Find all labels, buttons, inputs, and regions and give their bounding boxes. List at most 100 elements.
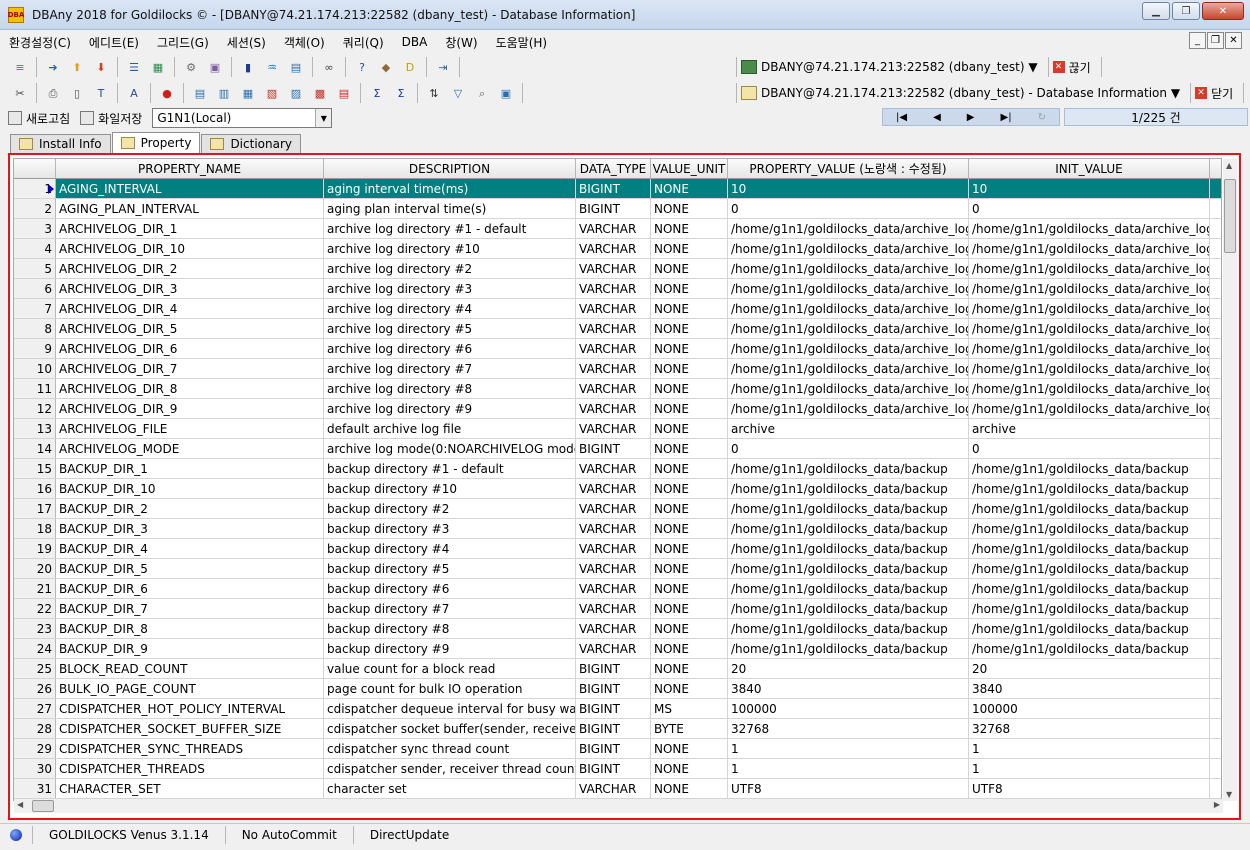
grid-cell[interactable]: NONE <box>651 779 728 798</box>
row-number[interactable]: 5 <box>14 259 56 278</box>
grid-cell[interactable]: BIGINT <box>576 759 651 778</box>
row-number[interactable]: 18 <box>14 519 56 538</box>
row-number[interactable]: 7 <box>14 299 56 318</box>
grid-cell[interactable]: NONE <box>651 399 728 418</box>
grid-cell[interactable]: /home/g1n1/goldilocks_data/archive_log <box>969 399 1210 418</box>
grid-cell[interactable]: 100000 <box>969 699 1210 718</box>
refresh-button[interactable]: 새로고침 <box>8 110 70 127</box>
grid-cell[interactable]: NONE <box>651 759 728 778</box>
grid-cell[interactable]: NONE <box>651 479 728 498</box>
chevron-down-icon[interactable]: ▼ <box>315 109 332 127</box>
grid-cell[interactable]: ARCHIVELOG_DIR_8 <box>56 379 324 398</box>
row-number[interactable]: 23 <box>14 619 56 638</box>
next-record-icon[interactable]: ▶ <box>967 112 975 123</box>
grid-cell[interactable]: BIGINT <box>576 199 651 218</box>
grid-cell[interactable]: BACKUP_DIR_2 <box>56 499 324 518</box>
grid-cell[interactable]: ARCHIVELOG_DIR_1 <box>56 219 324 238</box>
gear-group-icon[interactable]: ⚙ <box>182 58 200 76</box>
grid-cell[interactable]: /home/g1n1/goldilocks_data/backup <box>969 499 1210 518</box>
font-icon[interactable]: A <box>125 84 143 102</box>
horizontal-scroll-thumb[interactable] <box>32 800 54 812</box>
grid-cell[interactable]: /home/g1n1/goldilocks_data/backup <box>728 579 969 598</box>
grid-cell[interactable]: backup directory #3 <box>324 519 576 538</box>
grid-cell[interactable]: UTF8 <box>728 779 969 798</box>
tab-install-info[interactable]: Install Info <box>10 134 111 153</box>
grid-cell[interactable]: NONE <box>651 639 728 658</box>
text-icon[interactable]: T <box>92 84 110 102</box>
table-row[interactable]: 29 CDISPATCHER_SYNC_THREADS cdispatcher sy… <box>14 739 1221 759</box>
grid-cell[interactable]: value count for a block read <box>324 659 576 678</box>
grid-cell[interactable]: ARCHIVELOG_MODE <box>56 439 324 458</box>
row-number[interactable]: 24 <box>14 639 56 658</box>
chart-icon[interactable]: ▮ <box>239 58 257 76</box>
grid-cell[interactable]: /home/g1n1/goldilocks_data/backup <box>728 479 969 498</box>
grid-cell[interactable]: VARCHAR <box>576 559 651 578</box>
vertical-scroll-thumb[interactable] <box>1224 179 1236 253</box>
row-number[interactable]: 25 <box>14 659 56 678</box>
grid-cell[interactable]: /home/g1n1/goldilocks_data/archive_log <box>728 299 969 318</box>
menu-item[interactable]: 에디트(E) <box>80 34 148 51</box>
grid-cell[interactable]: BACKUP_DIR_4 <box>56 539 324 558</box>
grid-cell[interactable]: NONE <box>651 619 728 638</box>
grid-cell[interactable]: /home/g1n1/goldilocks_data/archive_log <box>969 299 1210 318</box>
grid-cell[interactable]: cdispatcher socket buffer(sender, receiv… <box>324 719 576 738</box>
grid-cell[interactable]: VARCHAR <box>576 599 651 618</box>
menu-item[interactable]: 환경설정(C) <box>0 34 80 51</box>
grid-cell[interactable]: VARCHAR <box>576 539 651 558</box>
row-number[interactable]: 22 <box>14 599 56 618</box>
grid-corner[interactable] <box>14 159 56 178</box>
grid-d-icon[interactable]: ▧ <box>263 84 281 102</box>
grid-cell[interactable]: NONE <box>651 179 728 198</box>
grid-cell[interactable]: BLOCK_READ_COUNT <box>56 659 324 678</box>
grid-cell[interactable]: 0 <box>969 439 1210 458</box>
grid-cell[interactable]: NONE <box>651 739 728 758</box>
column-header[interactable]: PROPERTY_NAME <box>56 159 324 178</box>
table-row[interactable]: 23 BACKUP_DIR_8 backup directory #8 VARCHAR… <box>14 619 1221 639</box>
grid-cell[interactable]: 10 <box>969 179 1210 198</box>
grid-cell[interactable]: /home/g1n1/goldilocks_data/archive_log <box>969 319 1210 338</box>
grid-cell[interactable]: /home/g1n1/goldilocks_data/backup <box>969 479 1210 498</box>
mdi-minimize-button[interactable]: _ <box>1189 32 1206 49</box>
table-row[interactable]: 13 ARCHIVELOG_FILE default archive log fil… <box>14 419 1221 439</box>
table-row[interactable]: 5 ARCHIVELOG_DIR_2 archive log directory #… <box>14 259 1221 279</box>
grid-cell[interactable]: 20 <box>969 659 1210 678</box>
grid-cell[interactable]: NONE <box>651 679 728 698</box>
grid-cell[interactable]: 10 <box>728 179 969 198</box>
grid-cell[interactable]: archive log mode(0:NOARCHIVELOG mode, 1: <box>324 439 576 458</box>
grid-cell[interactable]: VARCHAR <box>576 239 651 258</box>
grid-cell[interactable]: 0 <box>728 199 969 218</box>
binoculars-icon[interactable]: ∞ <box>320 58 338 76</box>
grid-cell[interactable]: /home/g1n1/goldilocks_data/backup <box>728 619 969 638</box>
grid-cell[interactable]: NONE <box>651 219 728 238</box>
grid-cell[interactable]: NONE <box>651 319 728 338</box>
grid-a-icon[interactable]: ▤ <box>191 84 209 102</box>
grid-cell[interactable]: archive log directory #3 <box>324 279 576 298</box>
sigma-b-icon[interactable]: Σ <box>392 84 410 102</box>
report-icon[interactable]: ▤ <box>287 58 305 76</box>
table-row[interactable]: 9 ARCHIVELOG_DIR_6 archive log directory #… <box>14 339 1221 359</box>
grid-cell[interactable]: /home/g1n1/goldilocks_data/backup <box>728 539 969 558</box>
grid-cell[interactable]: /home/g1n1/goldilocks_data/backup <box>969 639 1210 658</box>
grid-cell[interactable]: /home/g1n1/goldilocks_data/backup <box>728 639 969 658</box>
grid-cell[interactable]: /home/g1n1/goldilocks_data/backup <box>969 619 1210 638</box>
row-number[interactable]: 19 <box>14 539 56 558</box>
grid-cell[interactable]: /home/g1n1/goldilocks_data/archive_log <box>728 279 969 298</box>
grid-cell[interactable]: 32768 <box>728 719 969 738</box>
row-number[interactable]: 20 <box>14 559 56 578</box>
row-number[interactable]: 17 <box>14 499 56 518</box>
mdi-restore-button[interactable]: ❐ <box>1207 32 1224 49</box>
grid-cell[interactable]: CDISPATCHER_SOCKET_BUFFER_SIZE <box>56 719 324 738</box>
grid-cell[interactable]: /home/g1n1/goldilocks_data/archive_log <box>969 339 1210 358</box>
grid-cell[interactable]: VARCHAR <box>576 299 651 318</box>
table-row[interactable]: 20 BACKUP_DIR_5 backup directory #5 VARCHAR… <box>14 559 1221 579</box>
grid-cell[interactable]: ARCHIVELOG_DIR_3 <box>56 279 324 298</box>
row-number[interactable]: 29 <box>14 739 56 758</box>
grid-cell[interactable]: NONE <box>651 279 728 298</box>
session-selector[interactable]: DBANY@74.21.174.213:22582 (dbany_test) ▼ <box>741 60 1038 74</box>
table-row[interactable]: 2 AGING_PLAN_INTERVAL aging plan interval … <box>14 199 1221 219</box>
grid-cell[interactable]: cdispatcher sender, receiver thread coun… <box>324 759 576 778</box>
grid-cell[interactable]: BYTE <box>651 719 728 738</box>
grid-cell[interactable]: /home/g1n1/goldilocks_data/backup <box>969 559 1210 578</box>
grid-cell[interactable]: /home/g1n1/goldilocks_data/archive_log <box>969 219 1210 238</box>
row-number[interactable]: 13 <box>14 419 56 438</box>
